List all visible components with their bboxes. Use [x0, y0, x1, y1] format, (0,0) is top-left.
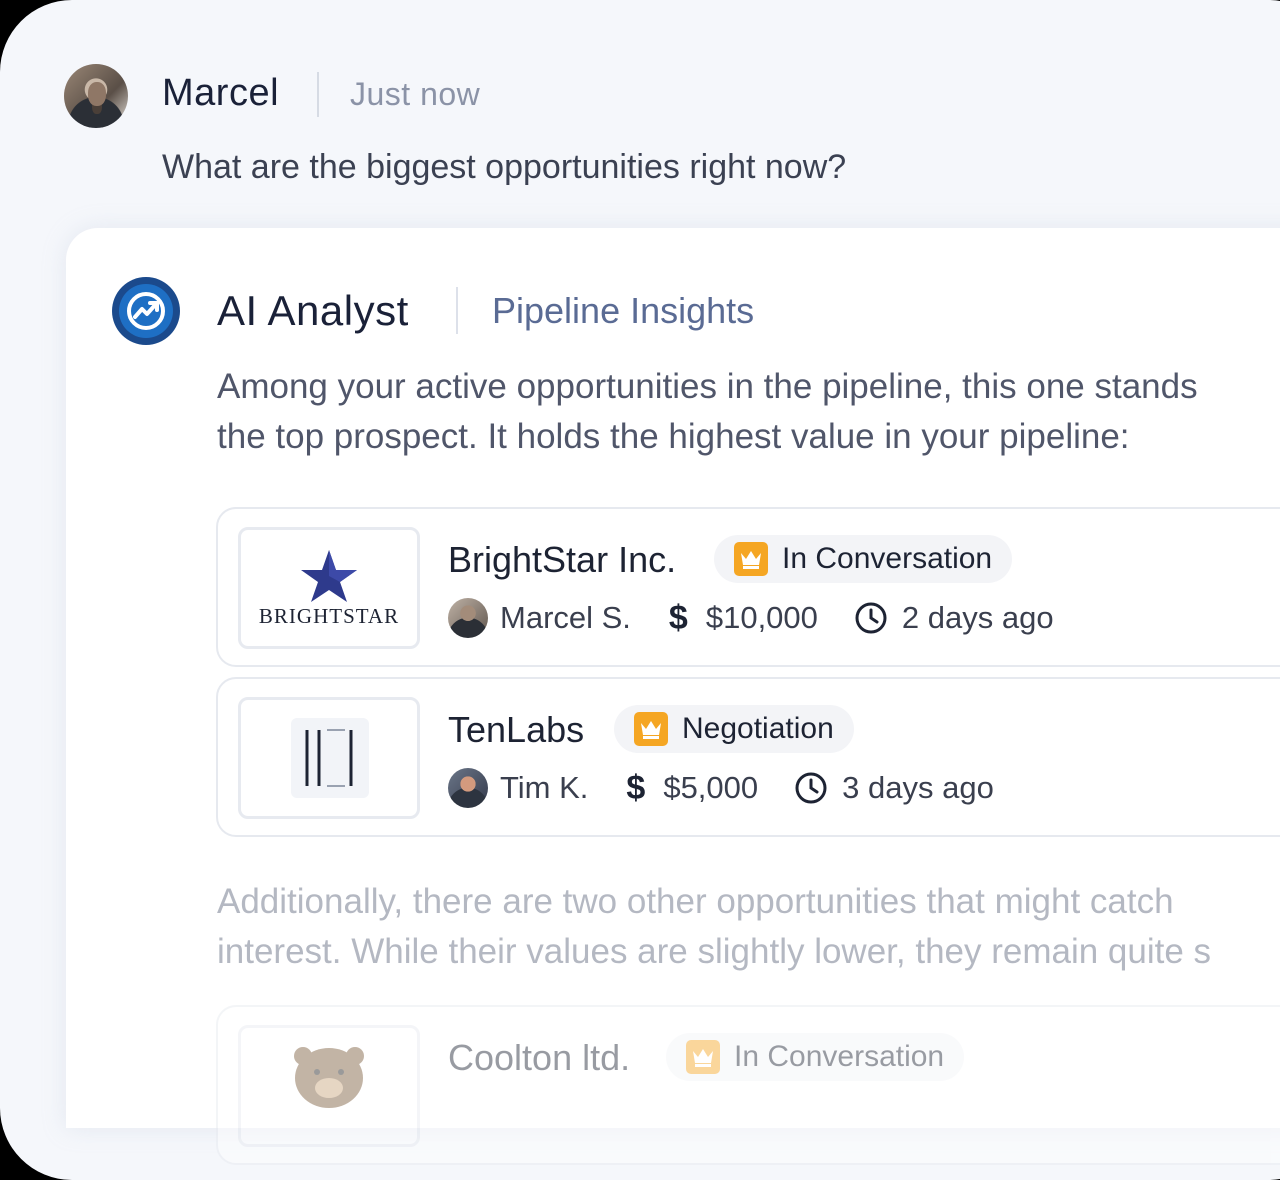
deal-age: 2 days ago: [901, 600, 1054, 635]
stage-badge: In Conversation: [666, 1033, 965, 1081]
stage-badge: In Conversation: [714, 535, 1013, 583]
crown-icon: [686, 1040, 720, 1074]
ai-followup-line: Additionally, there are two other opport…: [217, 882, 1174, 921]
company-logo: [238, 697, 420, 819]
ai-topic: Pipeline Insights: [492, 290, 755, 331]
owner-avatar: [448, 598, 488, 638]
ai-followup-line: interest. While their values are slightl…: [217, 932, 1212, 971]
ai-intro-line: Among your active opportunities in the p…: [217, 367, 1198, 406]
company-name[interactable]: BrightStar Inc.: [448, 539, 676, 581]
user-avatar: [64, 64, 128, 128]
deal-age: 3 days ago: [842, 770, 994, 805]
opportunity-card-coolton[interactable]: Coolton ltd. In Conversation: [216, 1005, 1280, 1165]
deal-value: $5,000: [663, 770, 759, 805]
owner-avatar: [448, 768, 488, 808]
crown-icon: [734, 542, 768, 576]
company-logo: BRIGHTSTAR: [238, 527, 420, 649]
clock-icon: [855, 602, 887, 634]
crown-icon: [634, 712, 668, 746]
message-timestamp: Just now: [350, 76, 481, 112]
stage-label: In Conversation: [782, 542, 993, 575]
deal-value: $10,000: [705, 600, 818, 635]
ai-followup-text: Additionally, there are two other opport…: [217, 877, 1280, 977]
stage-badge: Negotiation: [614, 705, 854, 753]
stage-label: In Conversation: [734, 1040, 945, 1073]
user-name: Marcel: [162, 72, 280, 114]
stage-label: Negotiation: [682, 712, 834, 745]
ai-name: AI Analyst: [217, 287, 409, 334]
ai-intro-text: Among your active opportunities in the p…: [217, 362, 1280, 462]
opportunity-card-tenlabs[interactable]: TenLabs Negotiation Tim K. $ $5,000 3 da…: [216, 677, 1280, 837]
opportunity-card-brightstar[interactable]: BRIGHTSTAR BrightStar Inc. In Conversati…: [216, 507, 1280, 667]
clock-icon: [795, 772, 827, 804]
dollar-icon: $: [626, 768, 646, 807]
owner-name: Marcel S.: [500, 600, 631, 635]
ai-intro-line: the top prospect. It holds the highest v…: [217, 417, 1130, 456]
user-message-text: What are the biggest opportunities right…: [162, 148, 847, 186]
company-name[interactable]: Coolton ltd.: [448, 1037, 630, 1079]
opportunity-meta: Tim K. $ $5,000 3 days ago: [448, 767, 994, 809]
divider: [317, 72, 319, 117]
ai-analyst-icon: [112, 277, 180, 345]
company-name[interactable]: TenLabs: [448, 709, 584, 751]
opportunity-meta: Marcel S. $ $10,000 2 days ago: [448, 597, 1054, 639]
divider: [456, 287, 458, 334]
company-logo: [238, 1025, 420, 1147]
company-logo-text: BRIGHTSTAR: [258, 604, 400, 628]
dollar-icon: $: [668, 598, 688, 637]
owner-name: Tim K.: [500, 770, 589, 805]
chat-window: Marcel Just now What are the biggest opp…: [0, 0, 1280, 1180]
